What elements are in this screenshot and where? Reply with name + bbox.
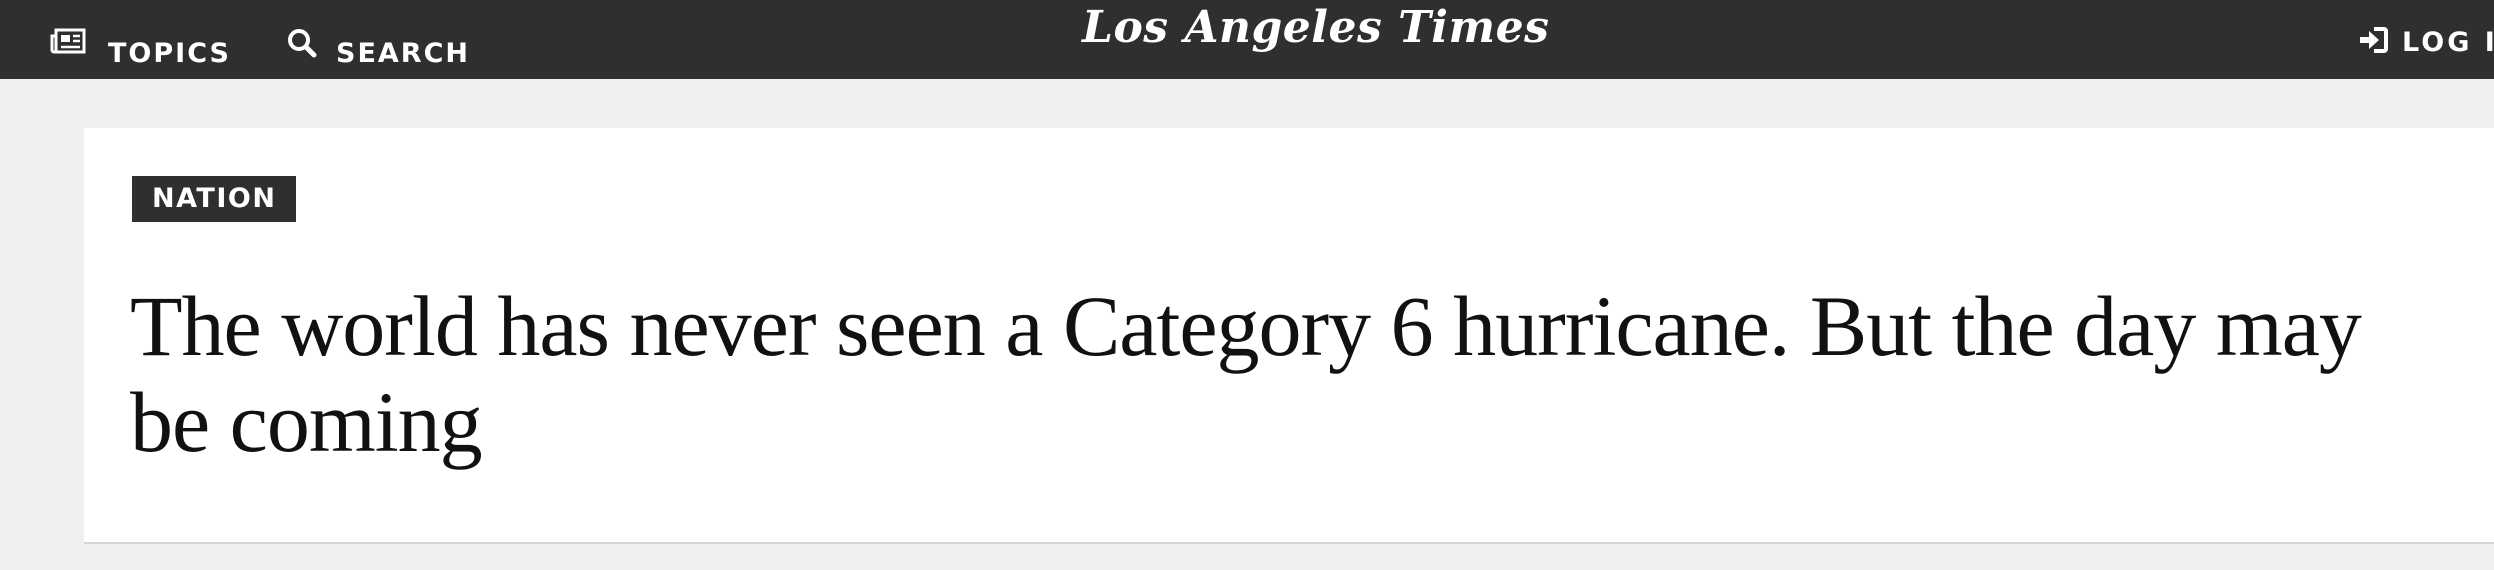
topics-label: TOPICS: [108, 38, 231, 69]
search-label: SEARCH: [336, 38, 470, 69]
article-header-card: NATION The world has never seen a Catego…: [84, 128, 2494, 544]
login-label: LOG I: [2402, 27, 2494, 58]
article-headline: The world has never seen a Category 6 hu…: [130, 278, 2362, 470]
top-navigation-bar: TOPICS SEARCH Los Angeles Times LOG I: [0, 0, 2494, 79]
search-button[interactable]: SEARCH: [286, 20, 470, 70]
search-icon: [286, 28, 318, 65]
site-logo[interactable]: Los Angeles Times: [1082, 2, 1549, 53]
section-badge[interactable]: NATION: [132, 176, 297, 222]
topics-button[interactable]: TOPICS: [50, 20, 231, 70]
sign-in-icon: [2358, 26, 2388, 59]
login-button[interactable]: LOG I: [2358, 26, 2494, 59]
newspaper-icon: [50, 28, 86, 61]
